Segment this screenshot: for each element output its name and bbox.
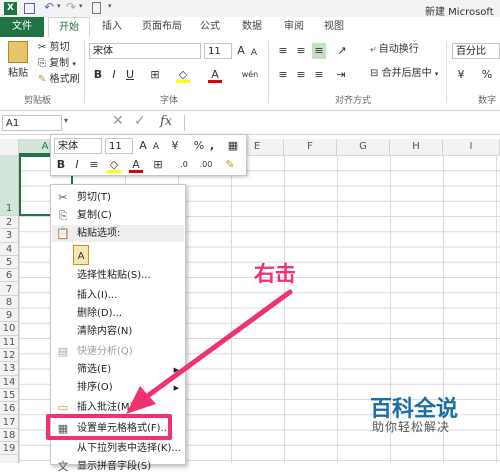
watermark-subtitle: 助你轻松解决 <box>372 420 451 434</box>
annotation-label: 右击 <box>254 261 296 286</box>
